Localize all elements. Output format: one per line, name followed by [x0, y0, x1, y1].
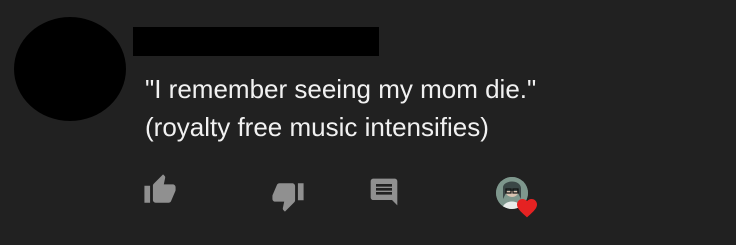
comment-text-line-2: (royalty free music intensifies) [145, 112, 489, 142]
comment-icon [370, 178, 398, 206]
commenter-avatar[interactable] [14, 17, 126, 121]
thumb-down-icon [272, 183, 304, 212]
comment-card: "I remember seeing my mom die." (royalty… [0, 0, 736, 245]
thumb-up-icon [144, 174, 176, 203]
dislike-button[interactable] [268, 176, 308, 216]
comment-text-line-1: "I remember seeing my mom die." [145, 74, 537, 104]
like-button[interactable] [140, 170, 180, 210]
reply-button[interactable] [364, 172, 404, 212]
heart-icon [517, 199, 537, 218]
author-name-redacted[interactable] [133, 27, 379, 56]
comment-text: "I remember seeing my mom die." (royalty… [145, 70, 705, 146]
creator-heart-badge[interactable] [496, 177, 540, 219]
